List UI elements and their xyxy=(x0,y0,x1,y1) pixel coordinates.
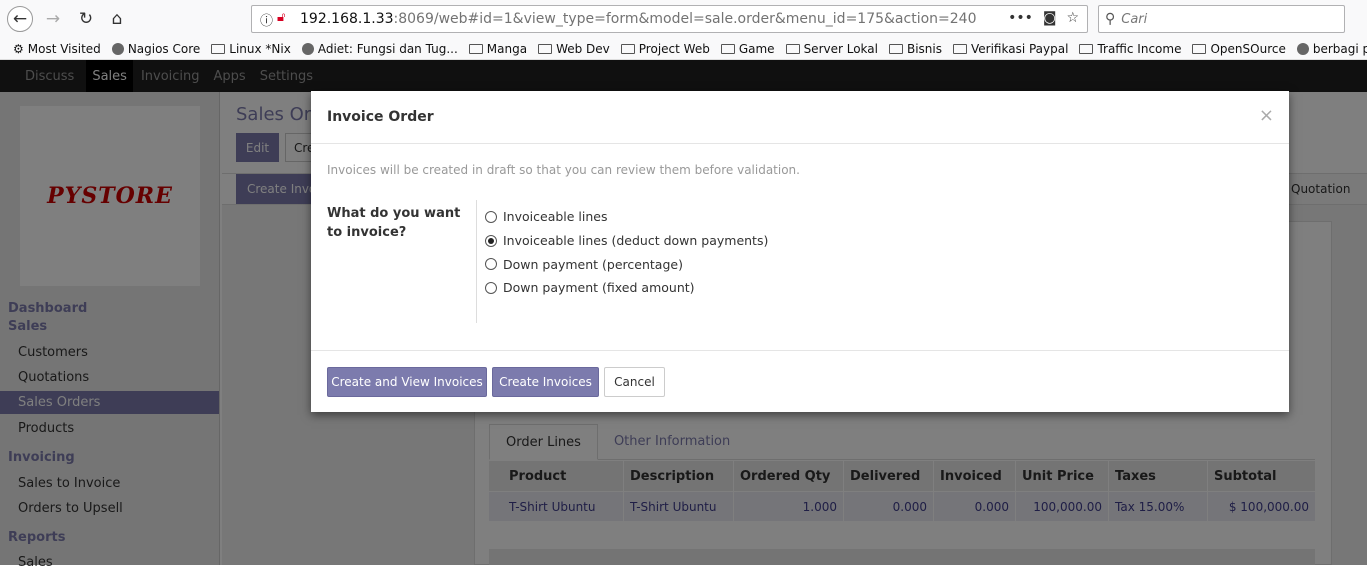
modal-description: Invoices will be created in draft so tha… xyxy=(327,163,800,177)
folder-icon xyxy=(211,43,226,54)
search-placeholder: Cari xyxy=(1121,11,1148,27)
folder-icon xyxy=(1079,43,1094,54)
home-button[interactable]: ⌂ xyxy=(104,6,130,32)
gear-icon: ⚙ xyxy=(13,41,24,56)
arrow-left-icon: ← xyxy=(12,9,28,29)
radio-label: Invoiceable lines xyxy=(503,209,608,225)
globe-icon xyxy=(111,42,124,55)
radio-button-checked[interactable] xyxy=(485,234,497,247)
bookmark-bisnis[interactable]: Bisnis xyxy=(888,42,942,56)
back-button[interactable]: ← xyxy=(7,6,33,32)
bookmark-project-web[interactable]: Project Web xyxy=(620,42,710,56)
radio-invoiceable-lines[interactable]: Invoiceable lines xyxy=(485,205,768,229)
bookmark-linux[interactable]: Linux *Nix xyxy=(211,42,291,56)
bookmarks-bar: ⚙ Most Visited Nagios Core Linux *Nix Adi… xyxy=(0,38,1367,60)
radio-button[interactable] xyxy=(485,210,497,223)
radio-down-payment-percentage[interactable]: Down payment (percentage) xyxy=(485,252,768,276)
modal-header: Invoice Order × xyxy=(311,91,1289,144)
search-bar[interactable]: ⚲ Cari xyxy=(1098,5,1345,33)
bookmark-adiet[interactable]: Adiet: Fungsi dan Tug... xyxy=(301,42,458,56)
folder-icon xyxy=(785,43,800,54)
forward-button[interactable]: → xyxy=(40,6,66,32)
pocket-icon[interactable]: ◙ xyxy=(1043,10,1057,26)
field-divider xyxy=(476,200,477,323)
folder-icon xyxy=(1192,43,1207,54)
folder-icon xyxy=(953,43,967,54)
folder-icon xyxy=(888,43,903,54)
bookmark-traffic-income[interactable]: Traffic Income xyxy=(1079,42,1181,56)
radio-label: Down payment (fixed amount) xyxy=(503,280,695,296)
url-path: :8069/web#id=1&view_type=form&model=sale… xyxy=(393,11,977,27)
cancel-button[interactable]: Cancel xyxy=(604,367,665,397)
radio-invoiceable-lines-deduct[interactable]: Invoiceable lines (deduct down payments) xyxy=(485,229,768,253)
browser-toolbar: ← → ↻ ⌂ ⓘ 🔓︎ 192.168.1.33 :8069/web#id=1… xyxy=(0,0,1367,38)
radio-down-payment-fixed[interactable]: Down payment (fixed amount) xyxy=(485,276,768,300)
bookmark-web-dev[interactable]: Web Dev xyxy=(538,42,610,56)
url-host: 192.168.1.33 xyxy=(300,11,394,27)
globe-icon xyxy=(301,42,314,55)
invoice-option-label: What do you want to invoice? xyxy=(327,206,461,240)
invoice-order-dialog: Invoice Order × Invoices will be created… xyxy=(311,91,1289,412)
bookmark-nagios[interactable]: Nagios Core xyxy=(111,42,200,56)
bookmark-game[interactable]: Game xyxy=(720,42,775,56)
folder-icon xyxy=(468,43,483,54)
bookmark-berbagi-pengalaman[interactable]: berbagi pengalaman xyxy=(1296,42,1367,56)
create-and-view-invoices-button[interactable]: Create and View Invoices xyxy=(327,367,487,397)
bookmark-most-visited[interactable]: ⚙ Most Visited xyxy=(13,42,101,56)
radio-button[interactable] xyxy=(485,281,497,294)
bookmark-server-lokal[interactable]: Server Lokal xyxy=(785,42,878,56)
folder-icon xyxy=(620,43,635,54)
modal-title: Invoice Order xyxy=(327,109,434,125)
folder-icon xyxy=(538,43,553,54)
folder-icon xyxy=(720,43,735,54)
info-icon[interactable]: ⓘ xyxy=(260,10,273,29)
radio-label: Invoiceable lines (deduct down payments) xyxy=(503,233,769,249)
close-icon[interactable]: × xyxy=(1259,105,1274,126)
page-actions-icon[interactable]: ••• xyxy=(1008,10,1033,26)
modal-footer: Create and View Invoices Create Invoices… xyxy=(311,350,1289,412)
invoice-option-group: Invoiceable lines Invoiceable lines (ded… xyxy=(485,205,768,300)
home-icon: ⌂ xyxy=(111,9,123,29)
search-icon: ⚲ xyxy=(1105,11,1116,27)
create-invoices-button[interactable]: Create Invoices xyxy=(492,367,599,397)
radio-label: Down payment (percentage) xyxy=(503,256,683,272)
globe-icon xyxy=(1296,42,1309,55)
insecure-lock-icon[interactable]: 🔓︎ xyxy=(277,10,285,29)
bookmark-opensource[interactable]: OpenSOurce xyxy=(1192,42,1286,56)
bookmark-manga[interactable]: Manga xyxy=(468,42,527,56)
radio-button[interactable] xyxy=(485,258,497,271)
reload-button[interactable]: ↻ xyxy=(73,6,99,32)
arrow-right-icon: → xyxy=(45,9,61,29)
star-icon[interactable]: ☆ xyxy=(1066,10,1079,26)
url-bar[interactable]: ⓘ 🔓︎ 192.168.1.33 :8069/web#id=1&view_ty… xyxy=(251,5,1088,33)
bookmark-verifikasi-paypal[interactable]: Verifikasi Paypal xyxy=(953,42,1068,56)
reload-icon: ↻ xyxy=(78,9,94,29)
